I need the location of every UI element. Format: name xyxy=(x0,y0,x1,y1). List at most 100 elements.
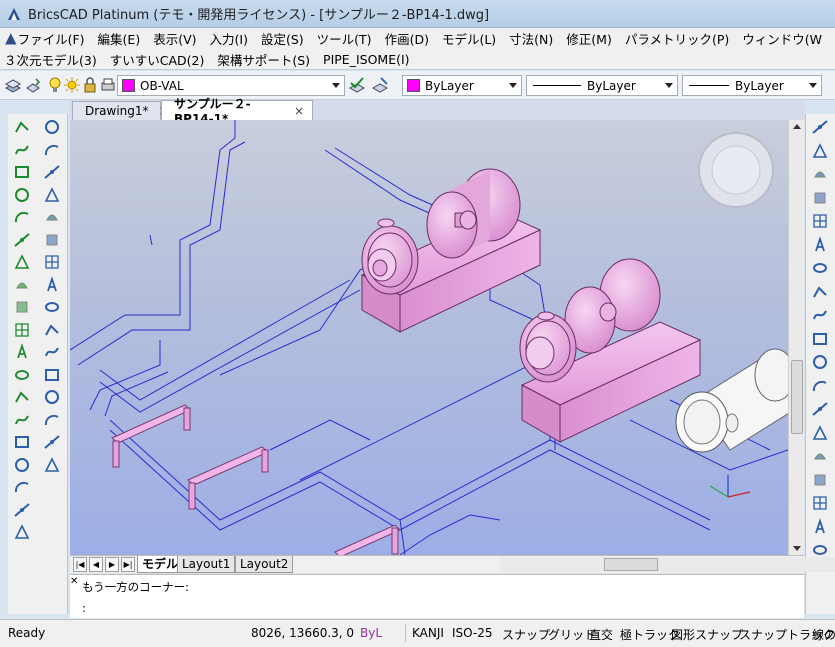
toggle-ortho[interactable]: 直交 xyxy=(589,626,613,643)
region-icon[interactable] xyxy=(13,321,31,339)
tab-layout2[interactable]: Layout2 xyxy=(235,556,294,573)
tab-drawing1[interactable]: Drawing1* × xyxy=(72,101,169,120)
linetype-dropdown[interactable]: ByLayer xyxy=(526,75,678,96)
zoom-in-icon[interactable] xyxy=(43,141,61,159)
point-icon[interactable] xyxy=(13,298,31,316)
array-icon[interactable] xyxy=(811,330,829,348)
zoom-window-icon[interactable] xyxy=(43,186,61,204)
rotate-icon[interactable] xyxy=(811,259,829,277)
visual-style-icon[interactable] xyxy=(43,366,61,384)
copy-icon[interactable] xyxy=(811,142,829,160)
properties-icon[interactable] xyxy=(43,433,61,451)
menu-item[interactable]: 設定(S) xyxy=(261,29,304,48)
wipeout-icon[interactable] xyxy=(13,366,31,384)
insert-icon[interactable] xyxy=(13,523,31,541)
menu-item[interactable]: ウィンドウ(W xyxy=(742,29,822,48)
ellipse-icon[interactable] xyxy=(13,276,31,294)
status-kanji[interactable]: KANJI xyxy=(412,626,444,640)
polyline-edit-icon[interactable] xyxy=(13,253,31,271)
toggle-lineweight[interactable]: 線の xyxy=(812,626,835,643)
view-icon[interactable] xyxy=(43,253,61,271)
menu-item[interactable]: 表示(V) xyxy=(153,29,196,48)
menu-item[interactable]: パラメトリック(P) xyxy=(625,29,729,48)
regen-icon[interactable] xyxy=(43,118,61,136)
3d-solid-icon[interactable] xyxy=(811,377,829,395)
ucs-icon[interactable] xyxy=(43,275,61,294)
trim-icon[interactable] xyxy=(811,400,829,418)
spline-icon[interactable] xyxy=(13,141,31,159)
polyline-icon[interactable] xyxy=(13,118,31,136)
tab-sample-drawing[interactable]: サンプルー２-BP14-1* × xyxy=(161,97,313,126)
layer-dropdown[interactable]: OB-VAL xyxy=(117,75,345,96)
hscroll-thumb[interactable] xyxy=(604,558,658,571)
command-prompt[interactable]: : xyxy=(82,601,86,615)
next-layout-icon[interactable]: ▶ xyxy=(105,557,119,572)
eyedropper-icon[interactable] xyxy=(811,212,829,230)
menu-item[interactable]: 架構サポート(S) xyxy=(217,50,310,69)
camera-icon[interactable] xyxy=(43,298,61,316)
first-layout-icon[interactable]: |◀ xyxy=(73,557,87,572)
mtext-icon[interactable] xyxy=(13,478,31,496)
layer-previous-icon[interactable] xyxy=(24,76,42,94)
scale-icon[interactable] xyxy=(811,235,829,254)
boundary-icon[interactable] xyxy=(13,343,31,361)
menu-item[interactable]: PIPE_ISOME(I) xyxy=(323,52,410,67)
menu-item[interactable]: 入力(I) xyxy=(210,29,248,48)
text-icon[interactable] xyxy=(13,456,31,474)
drawing-canvas[interactable] xyxy=(70,120,788,555)
mirror-3d-icon[interactable] xyxy=(811,306,829,324)
prev-layout-icon[interactable]: ◀ xyxy=(89,557,103,572)
last-layout-icon[interactable]: ▶| xyxy=(121,557,135,572)
join-icon[interactable] xyxy=(811,471,829,489)
menu-item[interactable]: ３次元モデル(3) xyxy=(4,50,97,69)
zoom-out-icon[interactable] xyxy=(43,163,61,181)
menu-item[interactable]: 修正(M) xyxy=(566,29,612,48)
layer-state[interactable]: ByL xyxy=(360,626,382,640)
break-icon[interactable] xyxy=(811,447,829,465)
circle-icon[interactable] xyxy=(13,208,31,226)
menu-item[interactable]: モデル(L) xyxy=(442,29,496,48)
model-viewport[interactable] xyxy=(70,120,788,555)
menu-item[interactable]: 作画(D) xyxy=(385,29,429,48)
3d-box-icon[interactable] xyxy=(811,353,829,371)
cloud-icon[interactable] xyxy=(13,388,31,406)
iso-view-icon[interactable] xyxy=(43,343,61,361)
circle-arrows-icon[interactable] xyxy=(811,283,829,301)
table-icon[interactable] xyxy=(13,433,31,451)
extend-icon[interactable] xyxy=(811,424,829,442)
rotate-arc-icon[interactable] xyxy=(13,186,31,204)
brush-icon[interactable] xyxy=(811,189,829,207)
menu-item[interactable]: 寸法(N) xyxy=(509,29,553,48)
menu-item[interactable]: 編集(E) xyxy=(98,29,141,48)
zoom-extents-icon[interactable] xyxy=(43,208,61,226)
scroll-up-icon[interactable] xyxy=(793,124,801,129)
horizontal-scrollbar[interactable] xyxy=(500,557,835,572)
viewport-icon[interactable] xyxy=(43,388,61,406)
paste-icon[interactable] xyxy=(43,411,61,429)
layer-icon[interactable] xyxy=(43,456,61,474)
toggle-snap[interactable]: スナップ xyxy=(502,626,550,643)
light-bulb-icon[interactable] xyxy=(46,76,64,94)
mirror-icon[interactable] xyxy=(811,165,829,183)
make-current-icon[interactable] xyxy=(348,76,366,94)
toggle-osnap[interactable]: 図形スナップ xyxy=(671,626,743,643)
hatch-icon[interactable] xyxy=(13,411,31,429)
vertical-scrollbar[interactable] xyxy=(788,120,804,555)
menu-item[interactable]: すいすいCAD(2) xyxy=(110,50,205,69)
lock-icon[interactable] xyxy=(81,76,99,94)
pan-icon[interactable] xyxy=(43,231,61,249)
color-dropdown[interactable]: ByLayer xyxy=(402,75,522,96)
status-dimstyle[interactable]: ISO-25 xyxy=(452,626,493,640)
tab-layout1[interactable]: Layout1 xyxy=(177,556,236,573)
rectangle-icon[interactable] xyxy=(13,163,31,181)
sun-freeze-icon[interactable] xyxy=(63,76,81,94)
fillet-icon[interactable] xyxy=(811,517,829,536)
scroll-down-icon[interactable] xyxy=(793,546,801,551)
layer-match-icon[interactable] xyxy=(371,76,389,94)
layer-manager-icon[interactable] xyxy=(4,76,22,94)
scroll-thumb[interactable] xyxy=(791,360,803,434)
move-icon[interactable] xyxy=(811,118,829,136)
close-icon[interactable]: × xyxy=(294,104,304,118)
arc-icon[interactable] xyxy=(13,231,31,249)
block-icon[interactable] xyxy=(13,501,31,519)
